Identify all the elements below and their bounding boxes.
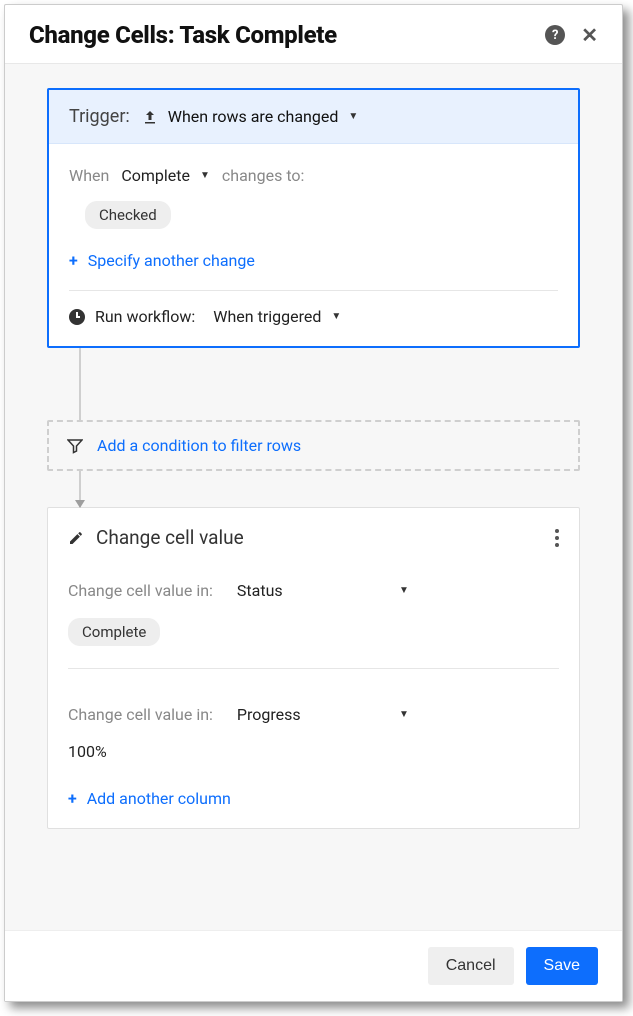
- changes-to-label: changes to:: [222, 166, 305, 185]
- change-column-text-1: Status: [237, 581, 283, 600]
- plus-icon: +: [69, 251, 78, 270]
- help-icon[interactable]: ?: [545, 25, 565, 45]
- run-workflow-label: Run workflow:: [95, 307, 195, 326]
- add-column-link-text: Add another column: [87, 789, 231, 808]
- divider: [69, 290, 558, 291]
- chevron-down-icon: ▼: [200, 170, 210, 181]
- trigger-type-text: When rows are changed: [168, 107, 339, 126]
- trigger-label: Trigger:: [69, 106, 130, 127]
- change-label-2: Change cell value in:: [68, 705, 213, 724]
- change-value-2[interactable]: 100%: [68, 732, 559, 767]
- save-button[interactable]: Save: [526, 947, 598, 985]
- change-column-select-2[interactable]: Progress ▼: [233, 703, 413, 726]
- action-change-1: Change cell value in: Status ▼ Complete: [48, 573, 579, 697]
- upload-icon: [142, 109, 158, 125]
- action-title: Change cell value: [96, 526, 244, 549]
- when-label: When: [69, 166, 109, 185]
- plus-icon: +: [68, 789, 77, 808]
- action-header: Change cell value: [48, 508, 579, 573]
- modal-body: Trigger: When rows are changed ▼ When Co…: [5, 64, 622, 930]
- trigger-value-chip[interactable]: Checked: [85, 201, 171, 229]
- change-label-1: Change cell value in:: [68, 581, 213, 600]
- modal-footer: Cancel Save: [5, 930, 622, 1001]
- trigger-column-text: Complete: [121, 166, 190, 185]
- modal-header: Change Cells: Task Complete ? ✕: [5, 5, 622, 64]
- modal-title: Change Cells: Task Complete: [29, 21, 545, 49]
- chevron-down-icon: ▼: [331, 311, 341, 322]
- connector-arrow: [79, 471, 580, 507]
- change-column-select-1[interactable]: Status ▼: [233, 579, 413, 602]
- trigger-column-select[interactable]: Complete ▼: [121, 166, 210, 185]
- add-another-column-link[interactable]: + Add another column: [48, 783, 579, 828]
- connector: [79, 348, 580, 420]
- specify-another-change-link[interactable]: + Specify another change: [69, 229, 558, 284]
- action-change-2: Change cell value in: Progress ▼ 100%: [48, 697, 579, 783]
- trigger-type-select[interactable]: When rows are changed ▼: [142, 107, 359, 126]
- trigger-body: When Complete ▼ changes to: Checked + Sp…: [49, 144, 578, 346]
- trigger-header: Trigger: When rows are changed ▼: [49, 90, 578, 144]
- condition-link-text: Add a condition to filter rows: [97, 436, 301, 455]
- action-menu-icon[interactable]: [555, 529, 559, 547]
- trigger-card: Trigger: When rows are changed ▼ When Co…: [47, 88, 580, 348]
- action-card: Change cell value Change cell value in: …: [47, 507, 580, 829]
- change-column-text-2: Progress: [237, 705, 301, 724]
- chevron-down-icon: ▼: [399, 709, 409, 720]
- cancel-button[interactable]: Cancel: [428, 947, 514, 985]
- condition-placeholder[interactable]: Add a condition to filter rows: [47, 420, 580, 471]
- change-value-chip-1[interactable]: Complete: [68, 618, 160, 646]
- chevron-down-icon: ▼: [399, 585, 409, 596]
- pencil-icon: [68, 530, 84, 546]
- filter-icon: [67, 438, 83, 454]
- clock-icon: [69, 309, 85, 325]
- chevron-down-icon: ▼: [348, 111, 358, 122]
- run-workflow-select[interactable]: When triggered ▼: [213, 307, 341, 326]
- run-workflow-text: When triggered: [213, 307, 321, 326]
- specify-link-text: Specify another change: [88, 251, 255, 270]
- workflow-modal: Change Cells: Task Complete ? ✕ Trigger:…: [4, 4, 623, 1002]
- close-icon[interactable]: ✕: [581, 23, 598, 47]
